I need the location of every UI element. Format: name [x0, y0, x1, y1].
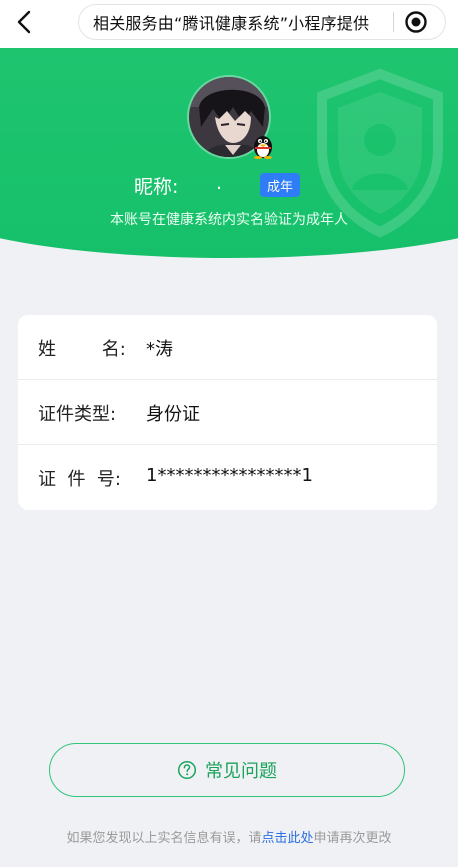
nickname-row: 昵称: . 成年 — [0, 172, 458, 198]
nickname-label: 昵称: — [134, 176, 179, 198]
target-icon — [405, 11, 427, 33]
navbar: 相关服务由“腾讯健康系统”小程序提供 — [0, 0, 458, 48]
back-button[interactable] — [8, 6, 40, 38]
service-provider-pill[interactable]: 相关服务由“腾讯健康系统”小程序提供 — [78, 4, 446, 40]
name-value: *涛 — [146, 339, 173, 360]
faq-button[interactable]: 常见问题 — [49, 743, 405, 797]
verification-note: 本账号在健康系统内实名验证为成年人 — [110, 212, 348, 228]
footer-prefix: 如果您发现以上实名信息有误，请 — [66, 831, 262, 846]
chevron-left-icon — [17, 10, 31, 34]
identity-info-card: 姓 名: *涛 证件类型: 身份证 证 件 号: 1**************… — [18, 315, 437, 510]
footer-note: 如果您发现以上实名信息有误，请点击此处申请再次更改 — [0, 827, 458, 846]
id-type-value: 身份证 — [146, 404, 200, 425]
footer-suffix: 申请再次更改 — [313, 831, 392, 846]
target-button[interactable] — [398, 7, 434, 37]
nickname-value: . — [216, 172, 223, 194]
info-row-id-type: 证件类型: 身份证 — [18, 380, 437, 445]
id-type-label: 证件类型: — [38, 404, 117, 425]
name-label: 姓 名: — [38, 339, 126, 360]
faq-label: 常见问题 — [205, 761, 277, 782]
adult-badge: 成年 — [260, 173, 300, 197]
info-row-id-number: 证 件 号: 1****************1 — [18, 445, 437, 510]
id-number-label: 证 件 号: — [38, 469, 121, 490]
click-here-link[interactable]: 点击此处 — [261, 831, 313, 846]
divider — [393, 12, 394, 32]
question-circle-icon — [177, 760, 197, 780]
page: 相关服务由“腾讯健康系统”小程序提供 昵称: . 成年 本账号在健康系统内实名验… — [0, 0, 458, 867]
info-row-name: 姓 名: *涛 — [18, 315, 437, 380]
id-number-value: 1****************1 — [146, 465, 313, 486]
qq-penguin-icon — [254, 136, 272, 159]
service-provider-text: 相关服务由“腾讯健康系统”小程序提供 — [93, 14, 370, 33]
